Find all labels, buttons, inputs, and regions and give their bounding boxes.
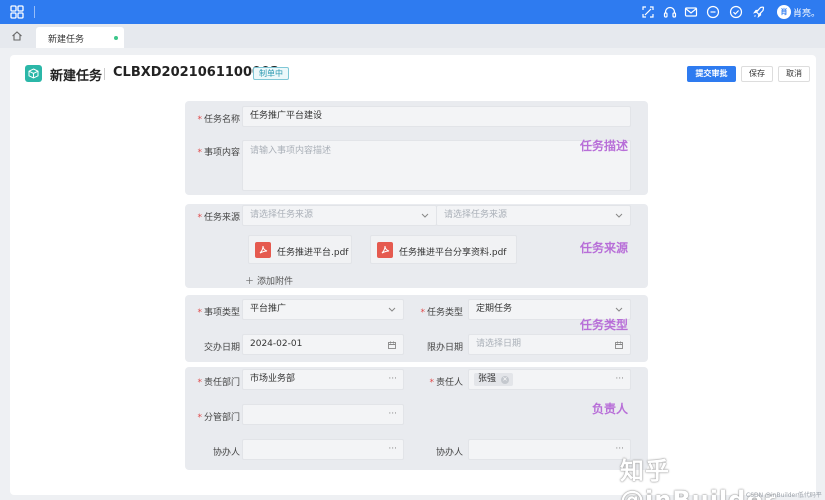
csdn-watermark: CSDN @inBuilder低代码平台 [746,492,822,499]
avatar[interactable]: 肖 [777,5,791,19]
task-source-label: * 任务来源 [197,213,240,223]
watermark-task-type: 任务类型 [580,318,629,332]
co-handler-selector-left[interactable]: ··· [242,439,404,460]
top-bar: 肖 肖亮。 [0,0,825,24]
more-icon: ··· [388,374,397,384]
rocket-icon[interactable] [752,5,766,19]
mail-icon[interactable] [684,5,698,19]
item-content-label: * 事项内容 [197,148,240,158]
status-badge: 制单中 [253,67,289,80]
section-task-source: * 任务来源 请选择任务来源 请选择任务来源 任务推进平台.pdf 任务推进平台分… [185,204,648,288]
attachment-name: 任务推进平台分享资料.pdf [399,248,507,258]
chevron-down-icon [615,213,623,218]
item-type-label: * 事项类型 [197,308,240,318]
co-handler-selector-right[interactable]: ··· [468,439,631,460]
pdf-file-icon [255,242,271,258]
attachment-item[interactable]: 任务推进平台.pdf [248,235,352,264]
fullscreen-icon[interactable] [641,5,655,19]
main-card: 新建任务 CLBXD2021061100003 制单中 提交审批 保存 取消 *… [10,55,816,495]
resp-dept-label: * 责任部门 [197,378,240,388]
task-name-label: * 任务名称 [197,115,240,125]
resp-person-selector[interactable]: 张强 ✕ ··· [468,369,631,390]
page-title: 新建任务 [50,69,103,84]
attachment-item[interactable]: 任务推进平台分享资料.pdf [370,235,517,264]
deadline-label: 限办日期 [426,343,463,353]
add-attachment-button[interactable]: ＋添加附件 [245,274,293,287]
chevron-down-icon [615,307,623,312]
save-button[interactable]: 保存 [741,66,773,82]
section-task-description: * 任务名称 任务推广平台建设 * 事项内容 请输入事项内容描述 任务描述 [185,101,648,195]
co-handler-label: 协办人 [212,448,240,458]
deadline-date-picker[interactable]: 请选择日期 [468,334,631,355]
pdf-file-icon [377,242,393,258]
item-type-select[interactable]: 平台推广 [242,299,404,320]
check-circle-icon[interactable] [729,5,743,19]
calendar-icon [388,341,396,349]
mgmt-dept-label: * 分管部门 [197,413,240,423]
username[interactable]: 肖亮。 [793,6,820,19]
tab-bar: 新建任务 [0,24,825,48]
title-divider [104,68,105,80]
handover-date-picker[interactable]: 2024-02-01 [242,334,404,355]
plus-icon: ＋ [245,277,255,287]
task-name-input[interactable]: 任务推广平台建设 [242,106,631,127]
resp-person-label: * 责任人 [429,378,463,388]
task-source-select-1[interactable]: 请选择任务来源 [242,205,437,226]
item-content-textarea[interactable]: 请输入事项内容描述 [242,140,631,191]
section-task-type: * 事项类型 平台推广 * 任务类型 定期任务 交办日期 2024-02-01 限办… [185,295,648,362]
task-source-select-2[interactable]: 请选择任务来源 [436,205,631,226]
remove-tag-icon[interactable]: ✕ [501,376,510,384]
chat-icon[interactable] [706,5,720,19]
home-icon[interactable] [11,30,23,42]
tab-new-task[interactable]: 新建任务 [36,27,124,48]
task-type-label: * 任务类型 [420,308,463,318]
chevron-down-icon [388,307,396,312]
more-icon: ··· [615,374,624,384]
co-handler-label: 协办人 [435,448,463,458]
more-icon: ··· [388,444,397,454]
headset-icon[interactable] [663,5,677,19]
tab-active-dot [114,36,118,40]
attachment-name: 任务推进平台.pdf [277,248,349,258]
submit-approval-button[interactable]: 提交审批 [687,66,736,82]
cancel-button[interactable]: 取消 [778,66,810,82]
handover-date-label: 交办日期 [203,343,240,353]
tab-label: 新建任务 [48,35,85,45]
section-responsible: * 责任部门 市场业务部 ··· * 责任人 张强 ✕ ··· * 分管部门 ··· 协… [185,367,648,470]
cube-icon [25,65,42,82]
mgmt-dept-selector[interactable]: ··· [242,404,404,425]
watermark-task-description: 任务描述 [580,139,629,153]
resp-dept-selector[interactable]: 市场业务部 ··· [242,369,404,390]
more-icon: ··· [388,409,397,419]
apps-grid-icon[interactable] [10,5,24,19]
chevron-down-icon [421,213,429,218]
calendar-icon [615,341,623,349]
person-tag: 张强 ✕ [474,373,514,386]
watermark-task-source: 任务来源 [580,241,629,255]
topbar-divider [34,6,35,18]
watermark-responsible: 负责人 [592,402,629,416]
